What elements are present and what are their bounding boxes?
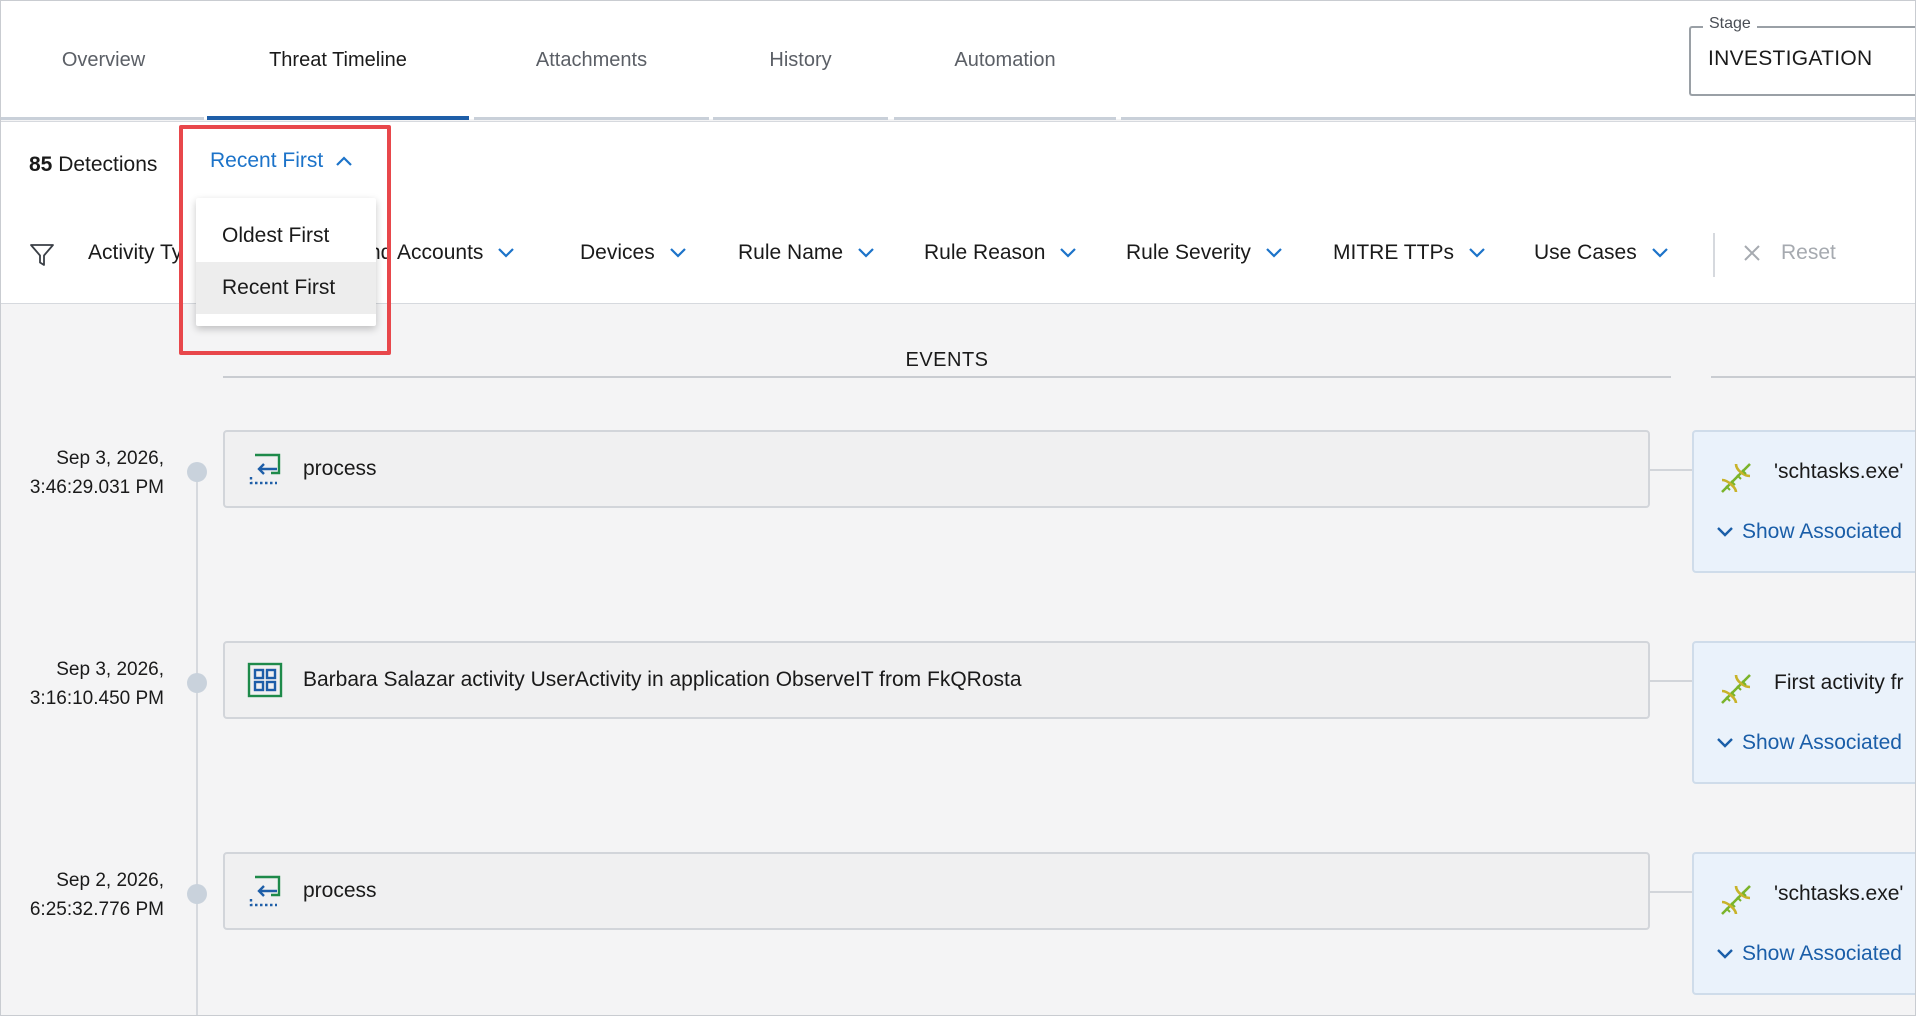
show-associated-label: Show Associated <box>1742 520 1902 543</box>
event-text: process <box>303 879 377 902</box>
event-connector <box>1650 891 1692 893</box>
event-time: 3:16:10.450 PM <box>29 688 164 709</box>
detection-text: First activity fr <box>1774 671 1904 694</box>
event-date: Sep 2, 2026, <box>56 870 164 891</box>
chevron-down-icon <box>1717 949 1733 959</box>
timeline-axis <box>196 471 198 1015</box>
tab-automation[interactable]: Automation <box>894 1 1116 119</box>
event-timestamp: Sep 3, 2026, 3:46:29.031 PM <box>30 444 164 502</box>
filter-rule-severity[interactable]: Rule Severity <box>1126 241 1283 265</box>
detections-number: 85 <box>29 153 53 176</box>
highlight-box <box>179 125 391 355</box>
timeline-dot <box>187 673 207 693</box>
chevron-down-icon <box>858 248 874 258</box>
chevron-down-icon <box>498 248 515 258</box>
detection-card: First activity fr Show Associated <box>1692 641 1915 784</box>
filter-rule-reason[interactable]: Rule Reason <box>924 241 1077 265</box>
detections-label: Detections <box>58 153 158 176</box>
filter-label: Activity Ty <box>88 241 183 264</box>
event-timestamp: Sep 3, 2026, 3:16:10.450 PM <box>30 655 164 713</box>
event-date: Sep 3, 2026, <box>56 448 164 469</box>
chevron-down-icon <box>1266 248 1282 258</box>
tab-history[interactable]: History <box>713 1 888 119</box>
event-text: Barbara Salazar activity UserActivity in… <box>303 668 1022 691</box>
tab-overview[interactable]: Overview <box>21 1 186 119</box>
dna-icon <box>1716 880 1756 925</box>
event-connector <box>1650 680 1692 682</box>
event-text: process <box>303 457 377 480</box>
filter-label: Use Cases <box>1534 241 1637 264</box>
filter-use-cases[interactable]: Use Cases <box>1534 241 1669 265</box>
events-header: EVENTS <box>905 349 989 371</box>
filter-label: Devices <box>580 241 655 264</box>
detections-divider <box>1711 376 1915 378</box>
chevron-down-icon <box>1060 248 1077 258</box>
app-frame: Overview Threat Timeline Attachments His… <box>0 0 1916 1016</box>
chevron-down-icon <box>1651 248 1668 258</box>
tab-underline <box>894 117 1116 120</box>
tab-attachments[interactable]: Attachments <box>474 1 709 119</box>
event-card[interactable]: Barbara Salazar activity UserActivity in… <box>223 641 1650 719</box>
event-time: 6:25:32.776 PM <box>29 899 164 920</box>
detection-text: 'schtasks.exe' <box>1774 460 1904 483</box>
app-activity-icon <box>247 662 283 698</box>
timeline-dot <box>187 462 207 482</box>
event-card[interactable]: process <box>223 852 1650 930</box>
event-timestamp: Sep 2, 2026, 6:25:32.776 PM <box>30 866 164 924</box>
filter-mitre-ttps[interactable]: MITRE TTPs <box>1333 241 1486 265</box>
tab-underline-active <box>207 116 469 120</box>
reset-button[interactable]: Reset <box>1743 241 1836 265</box>
stage-value: INVESTIGATION <box>1708 47 1873 70</box>
event-connector <box>1650 469 1692 471</box>
detection-text: 'schtasks.exe' <box>1774 882 1904 905</box>
show-associated-link[interactable]: Show Associated <box>1716 942 1902 966</box>
timeline-dot <box>187 884 207 904</box>
filter-label: MITRE TTPs <box>1333 241 1454 264</box>
chevron-down-icon <box>1717 738 1733 748</box>
show-associated-link[interactable]: Show Associated <box>1716 731 1902 755</box>
dna-icon <box>1716 669 1756 714</box>
close-icon <box>1744 245 1760 261</box>
chevron-down-icon <box>1717 527 1733 537</box>
stage-label: Stage <box>1703 15 1757 33</box>
process-icon <box>247 451 283 487</box>
tab-underline <box>474 117 709 120</box>
show-associated-label: Show Associated <box>1742 942 1902 965</box>
event-date: Sep 3, 2026, <box>56 659 164 680</box>
filter-label: Rule Reason <box>924 241 1046 264</box>
dna-icon <box>1716 458 1756 503</box>
tab-underline <box>1121 117 1915 120</box>
chevron-down-icon <box>1469 248 1485 258</box>
chevron-down-icon <box>669 248 686 258</box>
filter-icon[interactable] <box>29 242 55 268</box>
filter-activity-type[interactable]: Activity Ty <box>88 241 182 265</box>
detection-card: 'schtasks.exe' Show Associated <box>1692 852 1915 995</box>
detections-count: 85 Detections <box>29 153 157 177</box>
filter-label: Rule Severity <box>1126 241 1251 264</box>
tab-underline <box>1 117 204 120</box>
tab-underline <box>713 117 888 120</box>
show-associated-link[interactable]: Show Associated <box>1716 520 1902 544</box>
show-associated-label: Show Associated <box>1742 731 1902 754</box>
event-time: 3:46:29.031 PM <box>29 477 164 498</box>
filter-devices[interactable]: Devices <box>580 241 687 265</box>
detection-card: 'schtasks.exe' Show Associated <box>1692 430 1915 573</box>
tab-threat-timeline[interactable]: Threat Timeline <box>207 1 469 119</box>
filter-divider <box>1713 233 1715 277</box>
reset-label: Reset <box>1781 241 1836 264</box>
event-card[interactable]: process <box>223 430 1650 508</box>
events-divider <box>223 376 1671 378</box>
filter-label: Rule Name <box>738 241 844 264</box>
tab-bar: Overview Threat Timeline Attachments His… <box>1 1 1915 120</box>
filter-rule-name[interactable]: Rule Name <box>738 241 875 265</box>
process-icon <box>247 873 283 909</box>
